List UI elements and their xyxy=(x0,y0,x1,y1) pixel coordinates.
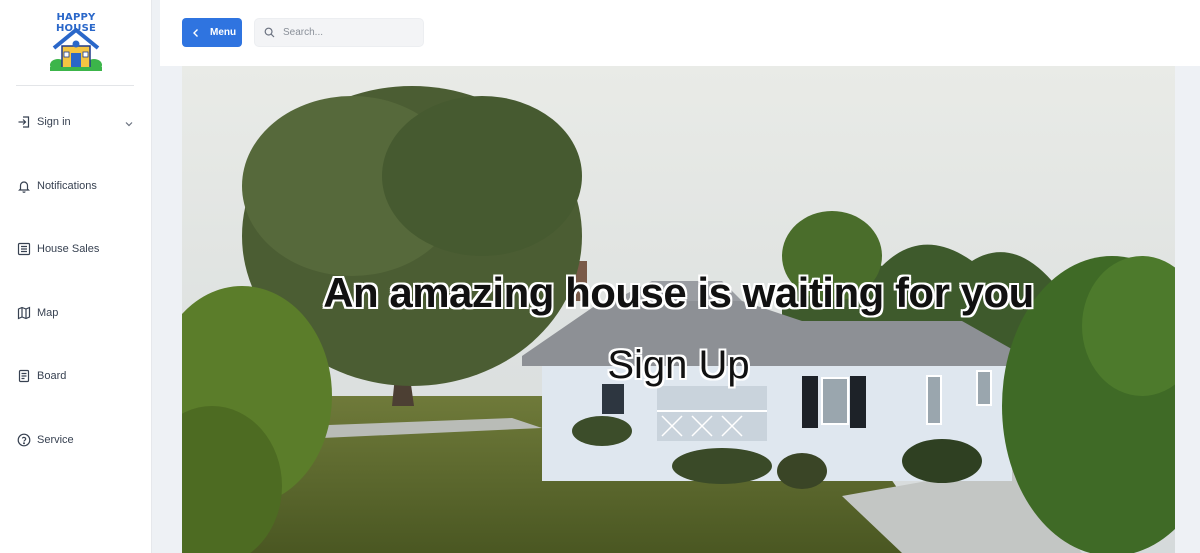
sidebar-item-label: Sign in xyxy=(37,116,71,128)
happy-house-logo[interactable]: HAPPY HOUSE xyxy=(36,12,116,74)
top-bar: Menu xyxy=(160,0,1200,66)
sidebar-item-house-sales[interactable]: House Sales xyxy=(0,229,150,269)
sidebar-item-map[interactable]: Map xyxy=(0,293,150,333)
hero-banner: An amazing house is waiting for you Sign… xyxy=(182,66,1175,553)
help-circle-icon xyxy=(16,433,31,448)
search-icon xyxy=(264,27,275,38)
menu-button[interactable]: Menu xyxy=(182,18,242,47)
sidebar: HAPPY HOUSE Sign in Notifications House … xyxy=(0,0,152,553)
sign-in-icon xyxy=(16,115,31,130)
sidebar-item-label: Notifications xyxy=(37,180,97,192)
search-box[interactable] xyxy=(254,18,424,47)
sidebar-item-label: Map xyxy=(37,307,59,319)
chevron-down-icon[interactable] xyxy=(124,116,134,134)
sidebar-item-notifications[interactable]: Notifications xyxy=(0,166,150,206)
search-input[interactable] xyxy=(283,27,413,38)
sidebar-divider xyxy=(16,85,134,86)
sidebar-item-label: Service xyxy=(37,434,74,446)
sidebar-item-service[interactable]: Service xyxy=(0,420,150,460)
map-icon xyxy=(16,306,31,321)
sidebar-item-label: House Sales xyxy=(37,243,100,255)
sidebar-item-label: Board xyxy=(37,370,67,382)
sidebar-item-sign-in[interactable]: Sign in xyxy=(0,102,150,142)
menu-button-label: Menu xyxy=(210,27,237,38)
sidebar-item-board[interactable]: Board xyxy=(0,356,150,396)
document-icon xyxy=(16,369,31,384)
chevron-left-icon xyxy=(193,28,198,37)
hero-title: An amazing house is waiting for you xyxy=(323,269,1034,316)
sign-up-link[interactable]: Sign Up xyxy=(182,343,1175,388)
bell-icon xyxy=(16,179,31,194)
list-icon xyxy=(16,242,31,257)
house-logo-icon xyxy=(50,28,102,71)
